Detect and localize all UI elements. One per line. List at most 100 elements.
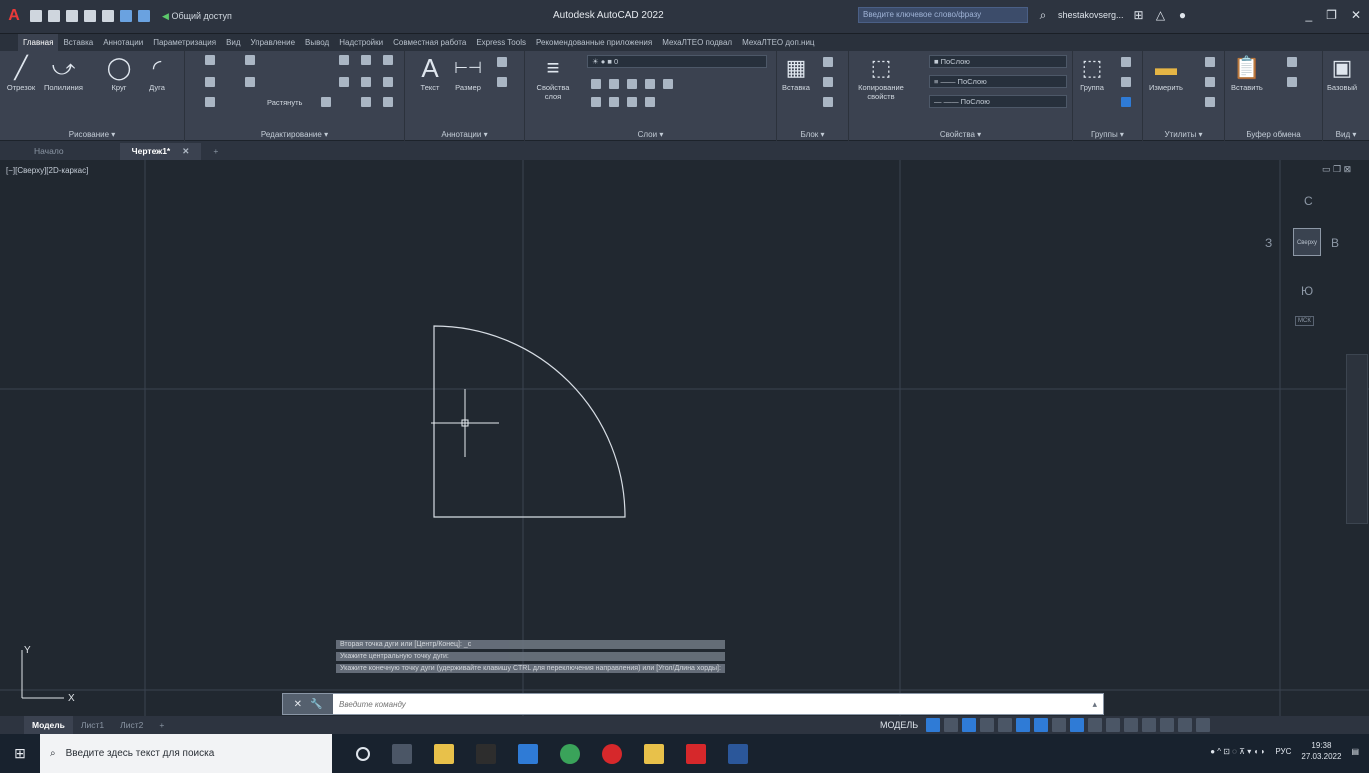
panel-properties-title[interactable]: Свойства ▾: [849, 130, 1072, 139]
plot-icon[interactable]: [102, 10, 114, 22]
annotation-monitor-icon[interactable]: [1142, 718, 1157, 732]
base-view-tool[interactable]: ▣ Базовый: [1327, 53, 1357, 92]
dimension-tool[interactable]: ⊢⊣ Размер: [453, 53, 483, 92]
group-tool[interactable]: ⬚ Группа: [1077, 53, 1107, 92]
grid-toggle-icon[interactable]: [926, 718, 941, 732]
units-icon[interactable]: [1160, 718, 1175, 732]
group-edit-icon[interactable]: [1121, 77, 1131, 87]
file-explorer-icon[interactable]: [434, 743, 454, 764]
polar-toggle-icon[interactable]: [980, 718, 995, 732]
text-tool[interactable]: A Текст: [415, 53, 445, 93]
hatch-icon[interactable]: [205, 77, 215, 87]
quick-properties-icon[interactable]: [1178, 718, 1193, 732]
rectangle-icon[interactable]: [205, 55, 215, 65]
task-view-icon[interactable]: [392, 743, 412, 764]
language-indicator[interactable]: РУС: [1275, 747, 1291, 756]
circle-tool[interactable]: ◯ Круг: [104, 53, 134, 92]
explode-icon[interactable]: [383, 77, 393, 87]
create-block-icon[interactable]: [823, 57, 833, 67]
command-input[interactable]: [333, 694, 1093, 714]
tab-featured-apps[interactable]: Рекомендованные приложения: [531, 34, 657, 51]
erase-icon[interactable]: [383, 55, 393, 65]
viewcube-south[interactable]: Ю: [1301, 284, 1313, 298]
layer-match-icon[interactable]: [663, 79, 673, 89]
tab-layout2[interactable]: Лист2: [112, 716, 151, 734]
tab-addins[interactable]: Надстройки: [334, 34, 388, 51]
taskbar-search[interactable]: ⌕ Введите здесь текст для поиска: [40, 734, 332, 773]
osnap-tracking-icon[interactable]: [1016, 718, 1031, 732]
ortho-toggle-icon[interactable]: [962, 718, 977, 732]
viewcube-east[interactable]: В: [1331, 236, 1339, 250]
tab-collaborate[interactable]: Совместная работа: [388, 34, 471, 51]
user-account[interactable]: shestakovserg...: [1058, 10, 1124, 20]
paste-tool[interactable]: 📋 Вставить: [1231, 53, 1263, 92]
stretch-button[interactable]: Растянуть: [267, 98, 302, 107]
navigation-bar[interactable]: [1346, 354, 1368, 524]
tab-manage[interactable]: Управление: [246, 34, 300, 51]
arc-tool[interactable]: ◜ Дуга: [142, 53, 172, 92]
layer-properties-tool[interactable]: ≡ Свойства слоя: [533, 53, 573, 101]
add-layout-button[interactable]: +: [151, 716, 172, 734]
fillet-icon[interactable]: [361, 77, 371, 87]
cart-icon[interactable]: ⊞: [1132, 8, 1146, 22]
panel-block-title[interactable]: Блок ▾: [777, 130, 848, 139]
tab-mechalteo-1[interactable]: МехаЛТЕО подвал: [657, 34, 737, 51]
tray-apps-icon[interactable]: ● ^ ⊡ ◌ ⊼ ▾ ◖ ◗: [1210, 747, 1265, 756]
close-icon[interactable]: ✕: [1351, 8, 1361, 22]
close-command-icon[interactable]: ✕: [294, 699, 302, 710]
layer-isolate-icon[interactable]: [609, 79, 619, 89]
lineweight-dropdown[interactable]: — —— ПоСлою: [929, 95, 1067, 108]
workspace-gear-icon[interactable]: [1124, 718, 1139, 732]
autocad-logo-icon[interactable]: A: [4, 6, 24, 26]
edit-block-icon[interactable]: [823, 77, 833, 87]
panel-view-title[interactable]: Вид ▾: [1323, 130, 1369, 139]
windows-start-icon[interactable]: ⊞: [0, 734, 40, 773]
viewport-window-controls[interactable]: ▭ ❐ ⊠: [1322, 164, 1351, 175]
panel-clipboard-title[interactable]: Буфер обмена: [1225, 130, 1322, 139]
tab-annotate[interactable]: Аннотации: [98, 34, 148, 51]
cortana-icon[interactable]: [356, 746, 370, 761]
annotation-scale-icon[interactable]: [1106, 718, 1121, 732]
scale-icon[interactable]: [321, 97, 331, 107]
drawing-canvas[interactable]: [−][Сверху][2D-каркас] Y X ▭ ❐ ⊠ С З Све…: [0, 160, 1369, 716]
layer-lock-icon[interactable]: [645, 79, 655, 89]
auto-scale-icon[interactable]: [1088, 718, 1103, 732]
ungroup-icon[interactable]: [1121, 57, 1131, 67]
layer-walk-icon[interactable]: [591, 97, 601, 107]
tab-output[interactable]: Вывод: [300, 34, 334, 51]
word-icon[interactable]: [728, 743, 748, 764]
tab-layout1[interactable]: Лист1: [73, 716, 112, 734]
open-file-icon[interactable]: [48, 10, 60, 22]
chrome-icon[interactable]: [560, 743, 580, 764]
customization-menu-icon[interactable]: [1196, 718, 1211, 732]
search-icon[interactable]: ⌕: [1036, 8, 1050, 22]
array-icon[interactable]: [361, 97, 371, 107]
layer-unisolate-icon[interactable]: [609, 97, 619, 107]
insert-block-tool[interactable]: ▦ Вставка: [781, 53, 811, 92]
new-tab-button[interactable]: +: [201, 143, 230, 160]
tab-drawing1[interactable]: Чертеж1* ✕: [119, 143, 202, 160]
viewcube-north[interactable]: С: [1304, 194, 1313, 208]
offset-icon[interactable]: [383, 97, 393, 107]
tab-home[interactable]: Главная: [18, 34, 59, 51]
tab-parametric[interactable]: Параметризация: [148, 34, 221, 51]
save-icon[interactable]: [66, 10, 78, 22]
cut-icon[interactable]: [1287, 57, 1297, 67]
panel-groups-title[interactable]: Группы ▾: [1073, 130, 1142, 139]
measure-tool[interactable]: ▬ Измерить: [1149, 53, 1183, 92]
polyline-tool[interactable]: ⤻ Полилиния: [44, 53, 83, 92]
line-tool[interactable]: ╱ Отрезок: [6, 53, 36, 92]
store-icon[interactable]: [518, 743, 538, 764]
lineweight-toggle-icon[interactable]: [1052, 718, 1067, 732]
new-file-icon[interactable]: [30, 10, 42, 22]
save-as-icon[interactable]: [84, 10, 96, 22]
panel-annotation-title[interactable]: Аннотации ▾: [405, 130, 524, 139]
customize-icon[interactable]: 🔧: [310, 699, 322, 710]
tab-insert[interactable]: Вставка: [58, 34, 98, 51]
tab-mechalteo-2[interactable]: МехаЛТЕО доп.ниц: [737, 34, 819, 51]
notifications-icon[interactable]: ▤: [1351, 747, 1359, 756]
model-space-toggle[interactable]: МОДЕЛЬ: [880, 720, 918, 730]
undo-icon[interactable]: [120, 10, 132, 22]
snap-toggle-icon[interactable]: [944, 718, 959, 732]
minimize-icon[interactable]: _: [1305, 8, 1312, 22]
